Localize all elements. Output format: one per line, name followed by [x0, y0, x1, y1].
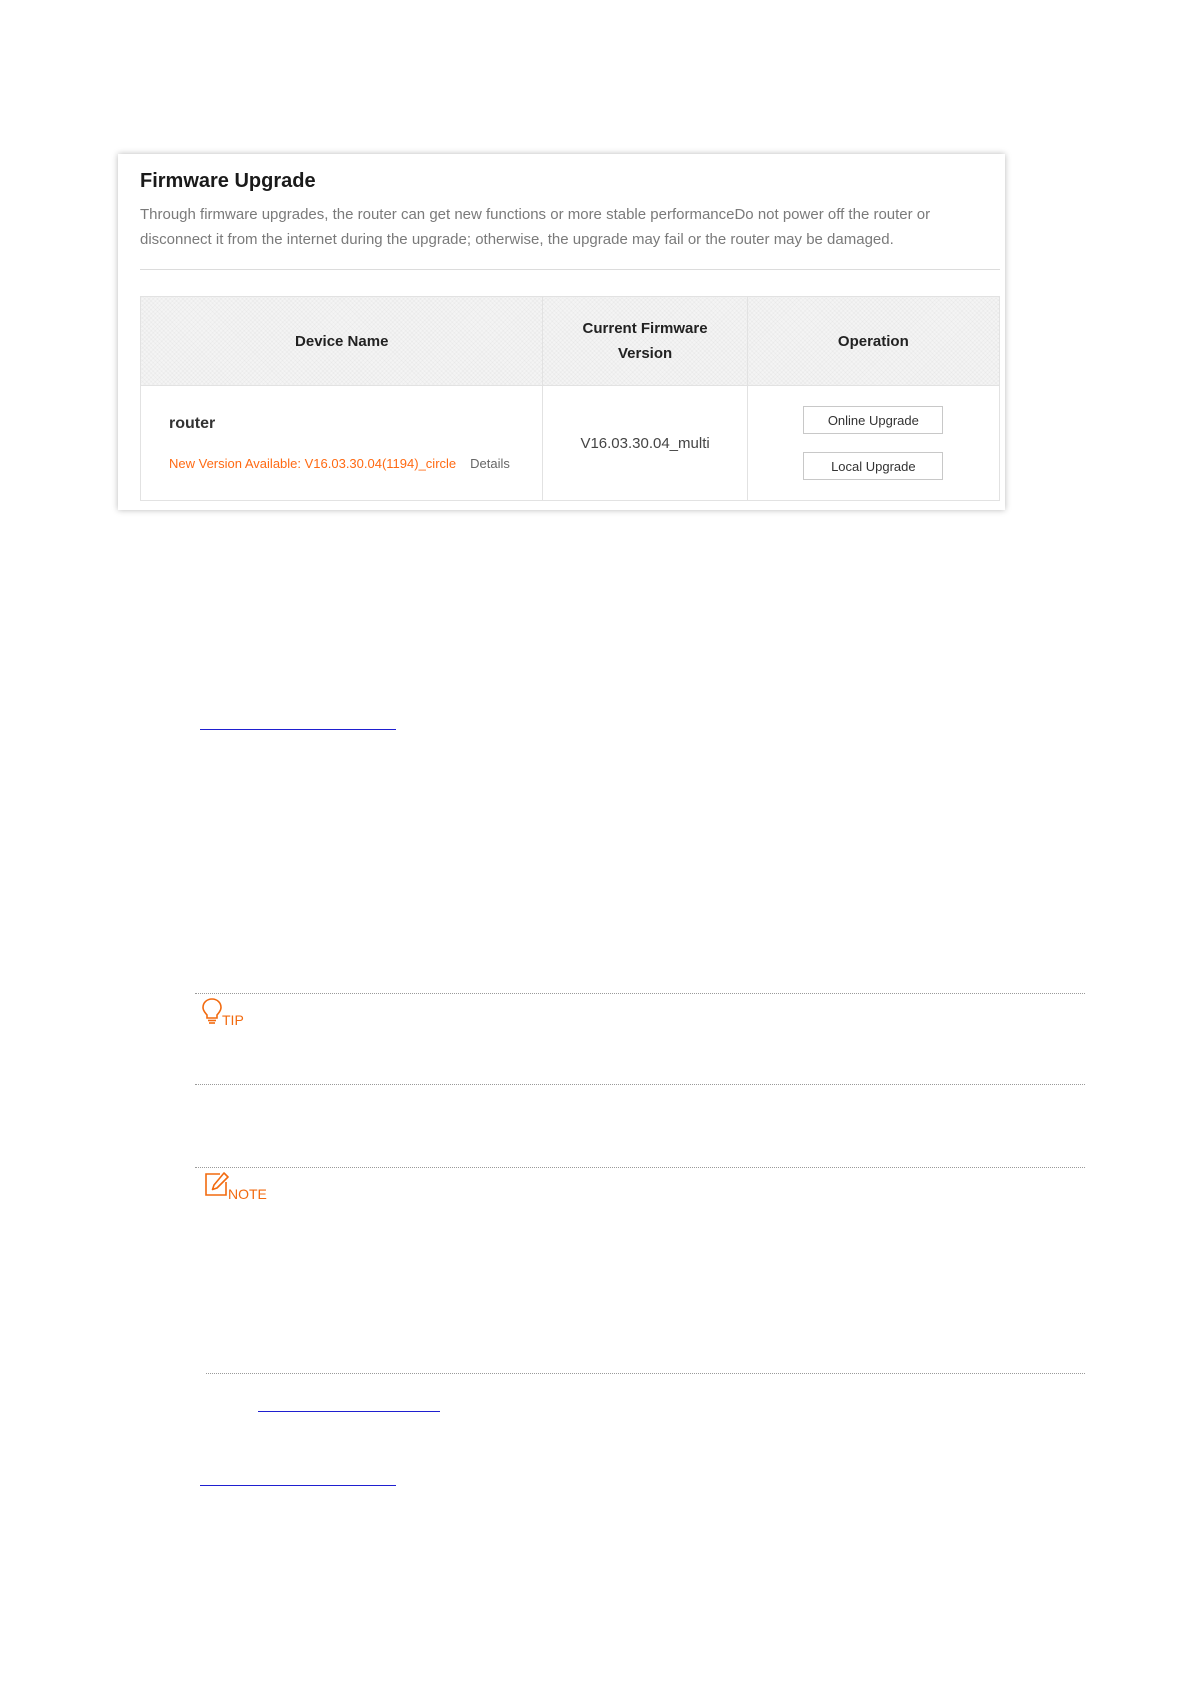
note-label: NOTE	[228, 1186, 267, 1202]
table-row: router New Version Available: V16.03.30.…	[139, 385, 1001, 501]
local-upgrade-button[interactable]: Local Upgrade	[803, 452, 944, 480]
online-upgrade-button[interactable]: Online Upgrade	[803, 406, 944, 434]
tip-label: TIP	[222, 1012, 244, 1028]
note-pencil-icon	[205, 1172, 229, 1196]
hyperlink-underline[interactable]	[200, 1485, 396, 1486]
version-cell: V16.03.30.04_multi	[542, 385, 748, 501]
header-device-name: Device Name	[139, 296, 544, 386]
lightbulb-icon	[202, 998, 222, 1024]
device-name: router	[169, 414, 216, 432]
tip-top-rule	[195, 993, 1085, 994]
tip-bottom-rule	[195, 1084, 1085, 1085]
new-version-notice: New Version Available: V16.03.30.04(1194…	[169, 455, 457, 471]
table-header-row: Device Name Current Firmware Version Ope…	[139, 296, 1001, 386]
firmware-upgrade-panel: Firmware Upgrade Through firmware upgrad…	[118, 154, 1005, 510]
panel-description: Through firmware upgrades, the router ca…	[140, 206, 931, 248]
note-bottom-rule	[206, 1373, 1085, 1374]
hyperlink-underline[interactable]	[258, 1411, 440, 1412]
device-cell: router New Version Available: V16.03.30.…	[139, 385, 544, 501]
header-firmware-version: Current Firmware Version	[542, 296, 748, 386]
firmware-table: Device Name Current Firmware Version Ope…	[139, 296, 1001, 501]
note-top-rule	[195, 1167, 1085, 1168]
panel-divider	[140, 269, 1000, 270]
panel-title: Firmware Upgrade	[140, 170, 316, 192]
details-link[interactable]: Details	[470, 456, 510, 471]
header-operation: Operation	[746, 296, 1001, 386]
current-firmware-version: V16.03.30.04_multi	[580, 434, 710, 452]
operation-cell: Online Upgrade Local Upgrade	[746, 385, 1001, 501]
hyperlink-underline[interactable]	[200, 729, 396, 730]
